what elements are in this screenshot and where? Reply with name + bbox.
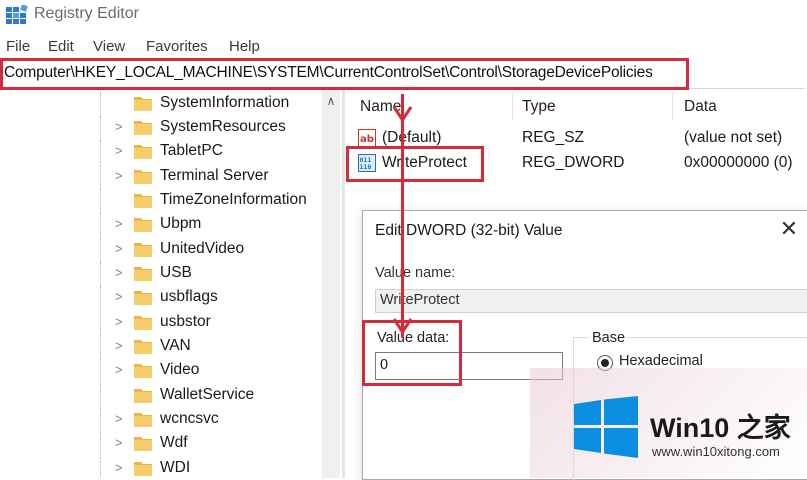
- chevron-right-icon[interactable]: >: [115, 242, 127, 256]
- tree-item-label: UnitedVideo: [160, 240, 245, 257]
- value-data: (value not set): [684, 129, 783, 146]
- folder-icon: [134, 291, 152, 305]
- folder-icon: [134, 413, 152, 427]
- folder-icon: [134, 462, 152, 476]
- tree-item[interactable]: SystemInformation: [0, 92, 340, 116]
- folder-icon: [134, 437, 152, 451]
- tree-item-label: usbflags: [160, 288, 218, 305]
- tree-item[interactable]: > VAN: [0, 335, 340, 359]
- title-bar: Registry Editor: [0, 0, 807, 32]
- tree-item[interactable]: TimeZoneInformation: [0, 189, 340, 213]
- value-type: REG_SZ: [522, 129, 585, 146]
- hexadecimal-label[interactable]: Hexadecimal: [619, 353, 703, 369]
- value-name: (Default): [382, 129, 442, 146]
- folder-icon: [134, 170, 152, 184]
- column-data[interactable]: Data: [684, 98, 717, 116]
- tree-scrollbar[interactable]: [322, 90, 340, 478]
- folder-icon: [134, 243, 152, 257]
- tree-item-label: Terminal Server: [160, 167, 269, 184]
- folder-icon: [134, 218, 152, 232]
- menu-bar: File Edit View Favorites Help: [0, 36, 807, 58]
- folder-icon: [134, 316, 152, 330]
- tree-item-label: WalletService: [160, 386, 255, 403]
- tree-item[interactable]: > WDI: [0, 457, 340, 478]
- tree-item[interactable]: > Terminal Server: [0, 165, 340, 189]
- watermark-url: www.win10xitong.com: [652, 444, 780, 459]
- tree-item-label: Wdf: [160, 434, 188, 451]
- menu-favorites[interactable]: Favorites: [146, 38, 208, 55]
- tree-item[interactable]: > TabletPC: [0, 140, 340, 164]
- chevron-right-icon[interactable]: >: [115, 315, 127, 329]
- chevron-right-icon[interactable]: >: [115, 169, 127, 183]
- chevron-right-icon[interactable]: >: [115, 363, 127, 377]
- window-title: Registry Editor: [34, 5, 139, 22]
- tree-item[interactable]: > UnitedVideo: [0, 238, 340, 262]
- chevron-right-icon[interactable]: >: [115, 144, 127, 158]
- value-name-label: Value name:: [375, 265, 456, 281]
- tree-item-label: Ubpm: [160, 215, 202, 232]
- chevron-right-icon[interactable]: >: [115, 266, 127, 280]
- value-name-text: WriteProtect: [380, 292, 460, 308]
- folder-icon: [134, 389, 152, 403]
- tree-item-label: usbstor: [160, 313, 211, 330]
- tree-item[interactable]: WalletService: [0, 384, 340, 408]
- string-value-icon: ab: [358, 129, 376, 147]
- folder-icon: [134, 267, 152, 281]
- tree-item-label: USB: [160, 264, 192, 281]
- tree-item-label: SystemResources: [160, 118, 286, 135]
- chevron-right-icon[interactable]: >: [115, 339, 127, 353]
- menu-file[interactable]: File: [6, 38, 30, 55]
- arrow-line: [401, 94, 404, 338]
- folder-icon: [134, 194, 152, 208]
- menu-view[interactable]: View: [93, 38, 125, 55]
- folder-icon: [134, 340, 152, 354]
- tree-item[interactable]: > SystemResources: [0, 116, 340, 140]
- svg-text:ab: ab: [360, 134, 374, 145]
- chevron-right-icon[interactable]: >: [115, 290, 127, 304]
- tree-item-label: WDI: [160, 459, 191, 476]
- chevron-right-icon[interactable]: >: [115, 217, 127, 231]
- chevron-right-icon[interactable]: >: [115, 461, 127, 475]
- arrow-down-icon: [393, 318, 412, 334]
- folder-icon: [134, 145, 152, 159]
- value-data: 0x00000000 (0): [684, 154, 793, 171]
- tree-item[interactable]: > Ubpm: [0, 213, 340, 237]
- tree-item[interactable]: > wcncsvc: [0, 408, 340, 432]
- tree-item-label: wcncsvc: [160, 410, 219, 427]
- registry-editor-icon: [6, 5, 28, 24]
- tree-item-label: Video: [160, 361, 200, 378]
- scroll-up-icon[interactable]: ∧: [322, 92, 340, 110]
- arrow-down-icon: [393, 106, 412, 122]
- key-tree: SystemInformation > SystemResources > Tabl…: [0, 90, 340, 478]
- highlight-address: [0, 58, 689, 90]
- chevron-right-icon[interactable]: >: [115, 120, 127, 134]
- tree-item[interactable]: > USB: [0, 262, 340, 286]
- tree-item-label: SystemInformation: [160, 94, 290, 111]
- windows-logo-icon: [574, 396, 638, 458]
- folder-icon: [134, 364, 152, 378]
- highlight-value-data: [362, 320, 462, 386]
- tree-item[interactable]: > Wdf: [0, 432, 340, 456]
- value-name-field: WriteProtect: [375, 289, 807, 313]
- highlight-writeprotect: [346, 146, 484, 182]
- base-label: Base: [589, 330, 629, 346]
- folder-icon: [134, 121, 152, 135]
- tree-item-label: VAN: [160, 337, 191, 354]
- value-type: REG_DWORD: [522, 154, 625, 171]
- list-header: Name Type Data: [346, 92, 807, 120]
- tree-item-label: TabletPC: [160, 142, 223, 159]
- menu-help[interactable]: Help: [229, 38, 260, 55]
- close-icon[interactable]: ✕: [777, 217, 801, 241]
- column-type[interactable]: Type: [522, 98, 556, 116]
- tree-item[interactable]: > usbstor: [0, 311, 340, 335]
- watermark-brand: Win10 之家: [650, 413, 791, 443]
- tree-item[interactable]: > usbflags: [0, 286, 340, 310]
- chevron-right-icon[interactable]: >: [115, 412, 127, 426]
- tree-item-label: TimeZoneInformation: [160, 191, 307, 208]
- folder-icon: [134, 97, 152, 111]
- chevron-right-icon[interactable]: >: [115, 436, 127, 450]
- pane-splitter[interactable]: [342, 90, 345, 478]
- menu-edit[interactable]: Edit: [48, 38, 74, 55]
- tree-item[interactable]: > Video: [0, 359, 340, 383]
